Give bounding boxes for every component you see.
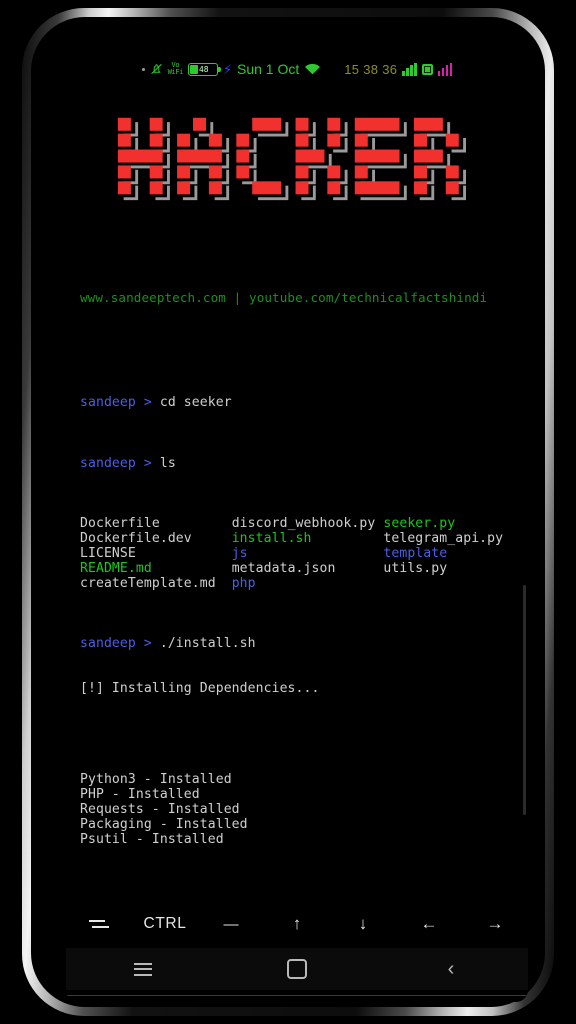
sim-card-icon <box>421 63 433 75</box>
ls-row: Dockerfile.dev install.sh telegram_api.p… <box>80 531 528 546</box>
dependency-list: Python3 - Installed PHP - Installed Reques… <box>80 772 528 847</box>
phone-screen: Vo WiFi 48 ⚡ Sun 1 Oct 15 38 36 www.sande… <box>66 40 528 1002</box>
ls-entry: install.sh <box>231 530 384 546</box>
ls-entry: js <box>231 545 384 561</box>
prompt-user: sandeep <box>80 636 136 652</box>
tab-arrows-icon <box>88 919 109 930</box>
prompt-user: sandeep <box>80 455 136 471</box>
dependency-line: Requests - Installed <box>80 801 240 817</box>
ls-entry: seeker.py <box>383 515 456 531</box>
dependency-line: PHP - Installed <box>80 786 200 802</box>
ls-entry: LICENSE <box>80 545 232 561</box>
ls-entry: php <box>231 576 384 592</box>
home-square-icon <box>287 959 307 979</box>
dependency-line: Packaging - Installed <box>80 816 248 832</box>
cmd-ls: ls <box>151 455 176 471</box>
ls-entry: telegram_api.py <box>383 530 504 546</box>
ls-row: LICENSE js template <box>80 546 528 561</box>
ls-row: createTemplate.md php <box>80 576 528 591</box>
scrollbar[interactable] <box>523 585 526 815</box>
nav-divider <box>66 995 528 996</box>
menu-icon <box>134 962 152 976</box>
nav-back-button[interactable]: ‹ <box>374 948 528 990</box>
prompt-user: sandeep <box>80 395 136 411</box>
vowifi-icon: Vo WiFi <box>167 62 184 76</box>
battery-icon: 48 <box>187 62 221 76</box>
key-arrow-left[interactable]: ← <box>396 904 462 944</box>
key-arrow-up[interactable]: ↑ <box>264 904 330 944</box>
key-arrow-right[interactable]: → <box>462 904 528 944</box>
key-arrow-down[interactable]: ↓ <box>330 904 396 944</box>
ls-row: README.md metadata.json utils.py <box>80 561 528 576</box>
vowifi-bottom: WiFi <box>167 68 184 76</box>
cmd-cd: cd seeker <box>151 395 232 411</box>
nav-recents-button[interactable] <box>66 948 220 990</box>
site-line: www.sandeeptech.com | youtube.com/techni… <box>80 290 488 306</box>
wifi-icon <box>304 62 321 76</box>
ls-entry: Dockerfile.dev <box>80 530 232 546</box>
key-ctrl[interactable]: CTRL <box>132 904 198 944</box>
ls-entry: template <box>383 545 448 561</box>
ls-entry: README.md <box>80 560 232 576</box>
prompt-symbol: > <box>143 636 152 652</box>
key-tab[interactable] <box>66 904 132 944</box>
phone-bezel: Vo WiFi 48 ⚡ Sun 1 Oct 15 38 36 www.sande… <box>31 17 545 1007</box>
status-bar: Vo WiFi 48 ⚡ Sun 1 Oct 15 38 36 <box>66 58 528 80</box>
dependency-line: Psutil - Installed <box>80 831 224 847</box>
signal-bars-sim1-icon <box>402 62 417 76</box>
dependency-line: Python3 - Installed <box>80 771 232 787</box>
status-date: Sun 1 Oct <box>237 61 300 77</box>
phone-frame: Vo WiFi 48 ⚡ Sun 1 Oct 15 38 36 www.sande… <box>22 8 554 1016</box>
ls-entry: Dockerfile <box>80 515 232 531</box>
android-nav-bar[interactable]: ‹ <box>66 948 528 990</box>
ls-entry: utils.py <box>383 560 448 576</box>
cmd-install: ./install.sh <box>151 636 256 652</box>
signal-bars-sim2-icon <box>437 62 453 76</box>
terminal-output[interactable]: www.sandeeptech.com | youtube.com/techni… <box>66 245 528 1002</box>
nav-home-button[interactable] <box>220 948 374 990</box>
charging-bolt-icon: ⚡ <box>222 60 232 78</box>
notification-dot-icon <box>141 67 145 71</box>
ls-entry: metadata.json <box>231 560 384 576</box>
hacker-banner <box>66 112 528 222</box>
terminal-line-ls: sandeep > ls <box>80 456 528 471</box>
terminal-line-install: sandeep > ./install.sh <box>80 636 528 651</box>
back-chevron-icon: ‹ <box>447 958 455 980</box>
terminal-line-cd: sandeep > cd seeker <box>80 395 528 410</box>
status-time: 15 38 36 <box>344 61 398 77</box>
key-dash[interactable]: — <box>198 904 264 944</box>
termux-extra-keys-row[interactable]: CTRL — ↑ ↓ ← → <box>66 904 528 944</box>
ls-entry: discord_webhook.py <box>231 515 384 531</box>
hacker-banner-art <box>117 117 466 201</box>
ls-row: Dockerfile discord_webhook.py seeker.py <box>80 516 528 531</box>
ls-entry: createTemplate.md <box>80 576 232 592</box>
ls-output: Dockerfile discord_webhook.py seeker.py D… <box>80 516 528 591</box>
installing-line: [!] Installing Dependencies... <box>80 681 320 697</box>
prompt-symbol: > <box>143 455 152 471</box>
prompt-symbol: > <box>143 395 152 411</box>
mute-bell-icon <box>150 62 163 76</box>
battery-percent: 48 <box>198 64 209 74</box>
